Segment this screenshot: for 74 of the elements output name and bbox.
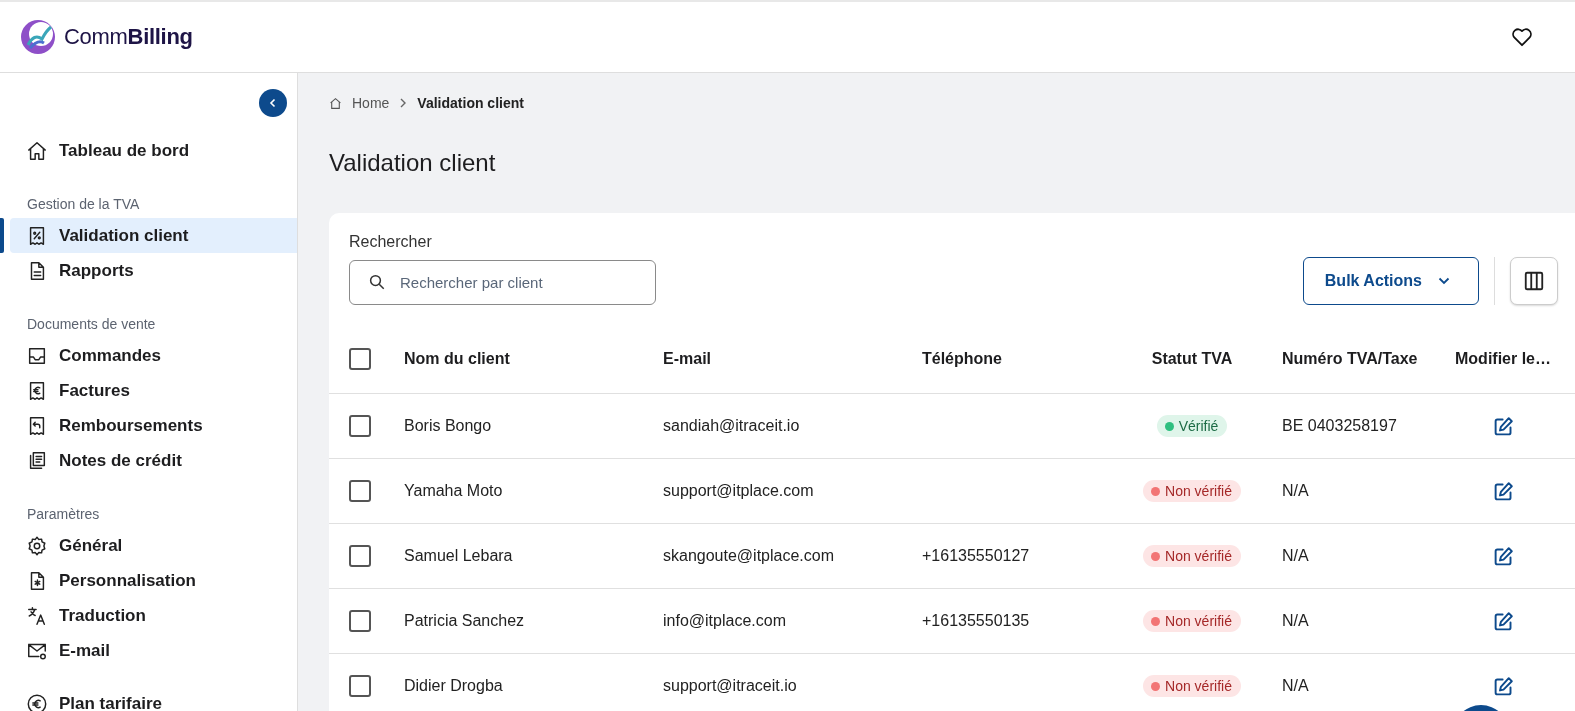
- sidebar-item[interactable]: Remboursements: [10, 408, 297, 443]
- table-cell-text: info@itplace.com: [663, 612, 787, 630]
- status-badge: Vérifié: [1156, 415, 1228, 437]
- column-header: Nom du client: [404, 350, 511, 368]
- sidebar-item[interactable]: Général: [10, 528, 297, 563]
- sidebar-item[interactable]: Factures: [10, 373, 297, 408]
- table-cell-text: Yamaha Moto: [404, 482, 504, 500]
- columns-button[interactable]: [1510, 257, 1558, 305]
- section-heading: Paramètres: [26, 505, 101, 524]
- edit-icon[interactable]: [1493, 545, 1514, 567]
- section-heading: Gestion de la TVA: [26, 195, 141, 214]
- table-cell-text: N/A: [1282, 612, 1310, 630]
- table-cell-text: skangoute@itplace.com: [663, 547, 835, 565]
- row-checkbox[interactable]: [349, 675, 371, 697]
- edit-icon[interactable]: [1493, 480, 1514, 502]
- sidebar-item[interactable]: Traduction: [10, 598, 297, 633]
- table-cell-text: N/A: [1282, 677, 1310, 695]
- sidebar-item[interactable]: Tableau de bord: [10, 133, 297, 168]
- table-cell: +16135550135: [922, 612, 1030, 629]
- favorite-heart-icon[interactable]: [1511, 27, 1533, 47]
- edit-icon[interactable]: [1493, 675, 1514, 697]
- chevron-right-icon: [399, 98, 408, 108]
- bulk-actions-button[interactable]: Bulk Actions: [1302, 257, 1479, 305]
- chevron-left-icon: [268, 98, 278, 108]
- collapse-sidebar-button[interactable]: [259, 89, 287, 117]
- row-checkbox[interactable]: [349, 610, 371, 632]
- column-header: E-mail: [663, 350, 712, 368]
- row-checkbox[interactable]: [349, 480, 371, 502]
- select-all-checkbox[interactable]: [349, 348, 371, 370]
- columns-icon: [1523, 270, 1545, 292]
- table-cell-text: Boris Bongo: [404, 417, 493, 435]
- sidebar-item[interactable]: Rapports: [10, 253, 297, 288]
- search-label: Rechercher: [349, 233, 433, 251]
- column-header: Statut TVA: [1150, 350, 1234, 368]
- column-header: Numéro TVA/Taxe: [1282, 350, 1419, 368]
- translate-icon: [26, 604, 48, 627]
- search-field[interactable]: Rechercher par client: [349, 260, 656, 305]
- chevron-down-icon: [1438, 277, 1450, 285]
- section-heading: Documents de vente: [26, 315, 157, 334]
- status-badge: Non vérifié: [1143, 480, 1241, 502]
- sidebar-item[interactable]: E-mail: [10, 633, 297, 668]
- row-checkbox[interactable]: [349, 545, 371, 567]
- status-badge: Non vérifié: [1143, 545, 1241, 567]
- status-badge: Non vérifié: [1143, 610, 1241, 632]
- sidebar-item[interactable]: Plan tarifaire: [10, 686, 297, 711]
- gear-icon: [26, 534, 48, 557]
- table-cell-text: sandiah@itraceit.io: [663, 417, 801, 435]
- breadcrumb-link[interactable]: Home: [352, 95, 390, 111]
- page-title: Validation client: [329, 149, 497, 177]
- table-cell-text: N/A: [1282, 547, 1310, 565]
- table-cell-text: Patricia Sanchez: [404, 612, 526, 630]
- table-cell-text: Didier Drogba: [404, 677, 504, 695]
- sidebar-item[interactable]: Validation client: [10, 218, 297, 253]
- status-badge: Non vérifié: [1143, 675, 1241, 697]
- home-icon: [26, 139, 48, 162]
- edit-icon[interactable]: [1493, 610, 1514, 632]
- table-cell-text: Samuel Lebara: [404, 547, 514, 565]
- table-cell-text: BE 0403258197: [1282, 417, 1398, 435]
- row-checkbox[interactable]: [349, 415, 371, 437]
- home-icon: [329, 96, 342, 110]
- table-cell-text: N/A: [1282, 482, 1310, 500]
- sidebar-item[interactable]: Personnalisation: [10, 563, 297, 598]
- column-header: Modifier le…: [1455, 350, 1552, 368]
- column-header: Téléphone: [922, 350, 1003, 368]
- edit-icon[interactable]: [1493, 415, 1514, 437]
- sidebar-item[interactable]: Notes de crédit: [10, 443, 297, 478]
- breadcrumb-link[interactable]: Validation client: [417, 95, 524, 111]
- table-cell-text: support@itplace.com: [663, 482, 815, 500]
- sidebar-item[interactable]: Commandes: [10, 338, 297, 373]
- active-indicator: [0, 218, 4, 253]
- logo-text: CommBilling: [64, 24, 193, 50]
- table-cell: +16135550127: [922, 547, 1030, 564]
- logo-icon: [20, 19, 56, 55]
- table-cell-text: support@itraceit.io: [663, 677, 798, 695]
